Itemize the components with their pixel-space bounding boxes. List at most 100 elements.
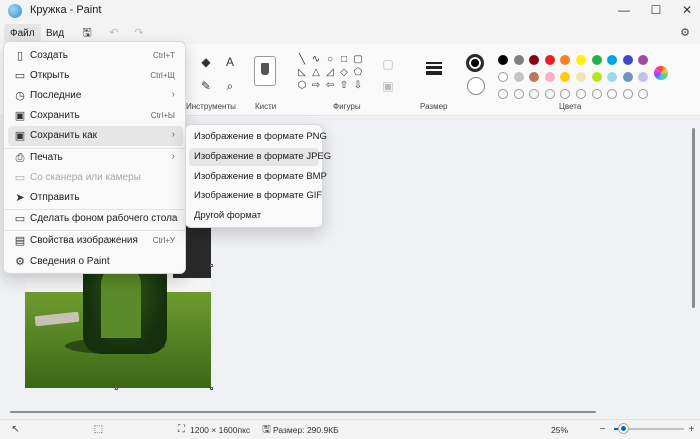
color-swatch[interactable] <box>576 72 586 82</box>
secondary-color[interactable] <box>467 77 485 95</box>
arrow-up-shape-icon[interactable]: ⇧ <box>338 80 350 92</box>
oval-shape-icon[interactable]: ○ <box>324 54 336 66</box>
color-swatch[interactable] <box>591 55 602 65</box>
settings-icon[interactable]: ⚙ <box>678 26 692 40</box>
rectangle-shape-icon[interactable]: □ <box>338 54 350 66</box>
color-swatch[interactable] <box>544 55 555 65</box>
menu-item-save[interactable]: ▣ Сохранить Ctrl+Ы <box>8 106 183 126</box>
fill-icon[interactable]: ◆ <box>198 54 214 70</box>
arrow-left-shape-icon[interactable]: ⇦ <box>324 80 336 92</box>
save-as-bmp[interactable]: Изображение в формате BMP <box>189 168 327 186</box>
maximize-button[interactable]: ☐ <box>641 1 671 21</box>
menu-item-set-wallpaper[interactable]: ▭ Сделать фоном рабочего стола › <box>8 209 183 229</box>
zoom-in-icon[interactable]: + <box>686 424 697 435</box>
zoom-out-icon[interactable]: − <box>597 424 608 435</box>
window-title: Кружка - Paint <box>30 4 102 16</box>
custom-color-slot[interactable] <box>560 89 571 99</box>
vertical-scrollbar[interactable] <box>692 128 695 308</box>
custom-color-slot[interactable] <box>638 89 649 99</box>
menu-item-about[interactable]: ⚙ Сведения о Paint <box>8 252 183 272</box>
color-swatch[interactable] <box>576 55 586 65</box>
custom-color-slot[interactable] <box>622 89 633 99</box>
triangle-shape-icon[interactable]: △ <box>310 67 322 79</box>
resize-handle-right[interactable] <box>210 264 213 267</box>
color-swatch[interactable] <box>638 72 649 82</box>
primary-color[interactable] <box>466 54 484 72</box>
diamond-shape-icon[interactable]: ◇ <box>338 67 350 79</box>
close-button[interactable]: ✕ <box>672 1 700 21</box>
menu-item-label: Сохранить <box>30 110 80 121</box>
save-as-png[interactable]: Изображение в формате PNG <box>189 128 327 146</box>
chevron-right-icon: › <box>171 129 175 140</box>
menu-item-recent[interactable]: ◷ Последние › <box>8 86 183 106</box>
zoom-slider[interactable] <box>614 424 684 433</box>
save-as-other-format[interactable]: Другой формат <box>189 207 319 225</box>
custom-color-slot[interactable] <box>529 89 540 99</box>
menu-item-send[interactable]: ➤ Отправить <box>8 188 183 208</box>
undo-icon[interactable]: ↶ <box>106 25 122 41</box>
color-swatch[interactable] <box>529 72 540 82</box>
custom-color-slot[interactable] <box>544 89 555 99</box>
shape-fill-icon[interactable]: ▣ <box>380 78 396 94</box>
color-swatch[interactable] <box>638 55 649 65</box>
save-as-jpeg[interactable]: Изображение в формате JPEG <box>189 148 331 166</box>
zoom-slider-thumb[interactable] <box>618 424 628 433</box>
arrow-down-shape-icon[interactable]: ⇩ <box>352 80 364 92</box>
custom-color-slot[interactable] <box>576 89 586 99</box>
menu-item-label: Отправить <box>30 192 80 203</box>
color-swatch[interactable] <box>560 55 571 65</box>
group-label-shapes: Фигуры <box>333 102 361 111</box>
pentagon-shape-icon[interactable]: ⬠ <box>352 67 364 79</box>
send-icon: ➤ <box>15 192 25 204</box>
polygon-shape-icon[interactable]: ◺ <box>296 67 308 79</box>
horizontal-scrollbar[interactable] <box>10 411 596 413</box>
menu-item-save-as[interactable]: ▣ Сохранить как › <box>8 126 183 146</box>
save-as-icon: ▣ <box>14 130 26 142</box>
color-swatch[interactable] <box>498 72 508 82</box>
save-as-gif[interactable]: Изображение в формате GIF <box>189 187 322 205</box>
line-shape-icon[interactable]: ╲ <box>296 54 308 66</box>
menu-item-new[interactable]: ▯ Создать Ctrl+T <box>8 46 183 66</box>
menu-item-label: Создать <box>30 50 69 61</box>
menu-item-print[interactable]: ⎙ Печать › <box>8 148 183 168</box>
color-swatch[interactable] <box>513 55 524 65</box>
color-swatch[interactable] <box>560 72 571 82</box>
file-size: Размер: 290.9КБ <box>273 425 339 435</box>
size-icon[interactable] <box>426 62 442 76</box>
hexagon-shape-icon[interactable]: ⬡ <box>296 80 308 92</box>
arrow-right-shape-icon[interactable]: ⇨ <box>310 80 322 92</box>
color-picker-icon[interactable]: ✎ <box>198 78 214 94</box>
menu-item-shortcut: Ctrl+T <box>153 51 175 60</box>
menu-item-label: Последние <box>30 90 82 101</box>
custom-color-slot[interactable] <box>607 89 618 99</box>
menu-item-open[interactable]: ▭ Открыть Ctrl+Щ <box>8 66 183 86</box>
color-swatch[interactable] <box>591 72 602 82</box>
text-icon[interactable]: A <box>222 54 238 70</box>
shape-outline-icon[interactable]: ▢ <box>380 56 396 72</box>
curve-shape-icon[interactable]: ∿ <box>310 54 322 66</box>
custom-color-slot[interactable] <box>498 89 508 99</box>
resize-handle-bottom[interactable] <box>115 387 118 390</box>
edit-colors-icon[interactable] <box>654 66 668 80</box>
resize-handle-corner[interactable] <box>210 387 213 390</box>
color-swatch[interactable] <box>513 72 524 82</box>
color-swatch[interactable] <box>544 72 555 82</box>
printer-icon: ⎙ <box>15 152 25 164</box>
color-swatch[interactable] <box>622 55 633 65</box>
color-swatch[interactable] <box>607 55 618 65</box>
color-swatch[interactable] <box>529 55 540 65</box>
custom-color-slot[interactable] <box>591 89 602 99</box>
color-swatch[interactable] <box>498 55 508 65</box>
custom-color-slot[interactable] <box>513 89 524 99</box>
redo-icon[interactable]: ↷ <box>131 25 147 41</box>
brush-icon[interactable] <box>254 56 276 86</box>
rounded-rect-shape-icon[interactable]: ▢ <box>352 54 364 66</box>
color-swatch[interactable] <box>607 72 618 82</box>
magnifier-icon[interactable]: ⌕ <box>222 78 238 94</box>
save-icon[interactable]: 🖫 <box>79 25 95 41</box>
color-swatch[interactable] <box>622 72 633 82</box>
right-triangle-shape-icon[interactable]: ◿ <box>324 67 336 79</box>
menu-item-image-properties[interactable]: ▤ Свойства изображения Ctrl+У <box>8 231 183 251</box>
menu-item-scanner[interactable]: ▭ Со сканера или камеры <box>8 168 183 188</box>
minimize-button[interactable]: — <box>609 1 639 21</box>
